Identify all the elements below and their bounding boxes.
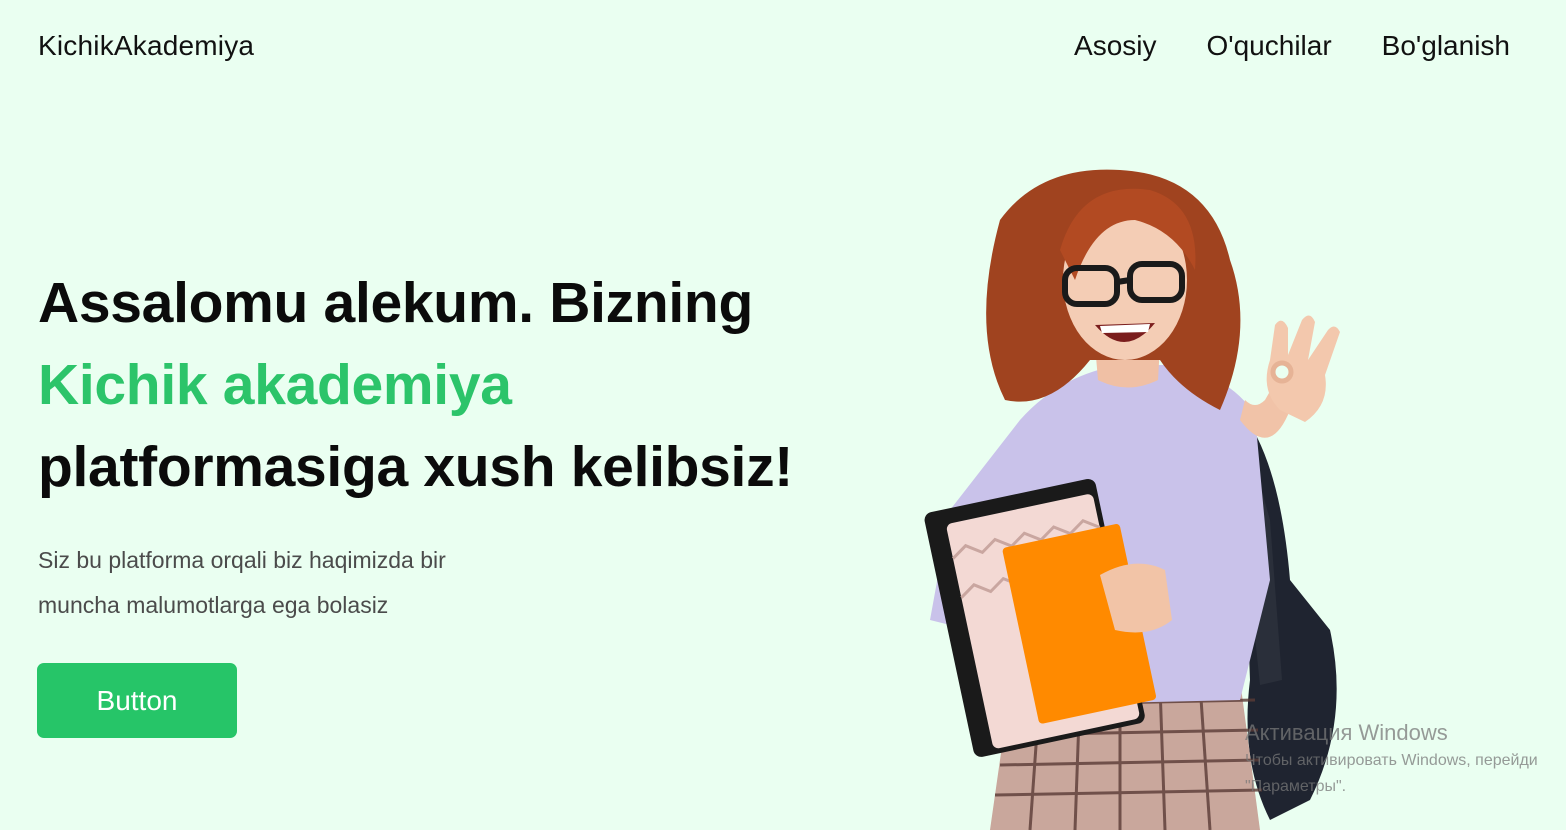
windows-activation-watermark: Активация Windows Чтобы активировать Win… — [1245, 718, 1538, 800]
hero-title-line-3: platformasiga xush kelibsiz! — [38, 435, 793, 499]
hero-description: Siz bu platforma orqali biz haqimizda bi… — [38, 538, 538, 628]
nav-item-oquchilar[interactable]: O'quchilar — [1206, 30, 1331, 62]
hero-description-line-1: Siz bu platforma orqali biz haqimizda bi… — [38, 547, 446, 573]
hero-title: Assalomu alekum. Bizning Kichik akademiy… — [38, 262, 793, 508]
hero-description-line-2: muncha malumotlarga ega bolasiz — [38, 592, 389, 618]
hero-cta-button[interactable]: Button — [37, 663, 237, 738]
watermark-line-2: "Параметры". — [1245, 778, 1347, 795]
hero-title-line-1: Assalomu alekum. Bizning — [38, 271, 753, 335]
watermark-line-1: Чтобы активировать Windows, перейди — [1245, 752, 1538, 769]
nav-item-asosiy[interactable]: Asosiy — [1074, 30, 1156, 62]
nav-item-boglanish[interactable]: Bo'glanish — [1382, 30, 1510, 62]
watermark-title: Активация Windows — [1245, 720, 1448, 745]
main-nav: Asosiy O'quchilar Bo'glanish — [1074, 30, 1510, 62]
hero-title-accent: Kichik akademiya — [38, 353, 512, 417]
site-logo[interactable]: KichikAkademiya — [38, 30, 254, 62]
